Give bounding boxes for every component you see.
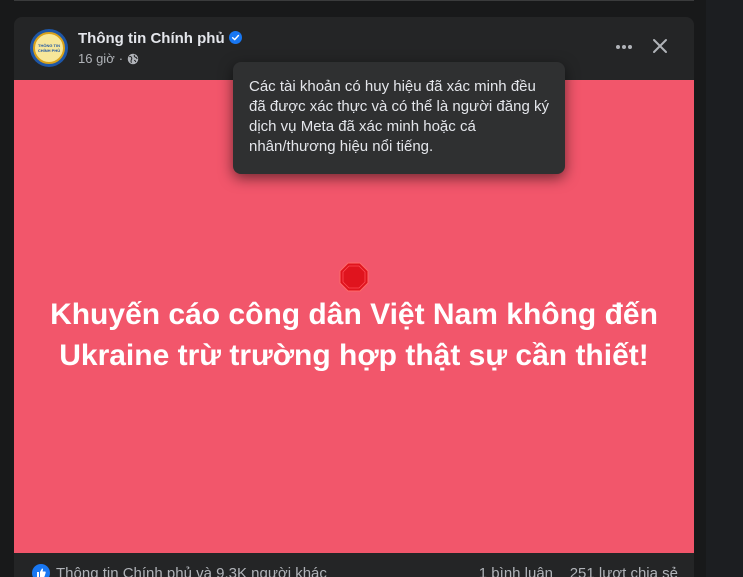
verified-badge-tooltip: Các tài khoản có huy hiệu đã xác minh đề… bbox=[233, 62, 565, 174]
top-divider bbox=[14, 0, 694, 1]
like-icon[interactable] bbox=[32, 564, 50, 577]
avatar-logo: THÔNG TIN CHÍNH PHỦ bbox=[33, 32, 65, 64]
more-options-icon bbox=[616, 45, 632, 49]
scrollbar-track[interactable] bbox=[706, 0, 743, 577]
post-time-link[interactable]: 16 giờ bbox=[78, 51, 115, 66]
page-name-link[interactable]: Thông tin Chính phủ bbox=[78, 30, 225, 47]
avatar[interactable]: THÔNG TIN CHÍNH PHỦ bbox=[30, 29, 68, 67]
post-meta: 16 giờ · bbox=[78, 51, 139, 66]
close-icon bbox=[653, 39, 667, 53]
globe-icon bbox=[127, 53, 139, 64]
stop-sign-icon bbox=[339, 262, 369, 292]
banner-headline: Khuyến cáo công dân Việt Nam không đến U… bbox=[50, 298, 658, 372]
avatar-text-bottom: CHÍNH PHỦ bbox=[37, 48, 61, 53]
tooltip-text: Các tài khoản có huy hiệu đã xác minh đề… bbox=[249, 78, 549, 155]
post-stats: 1 bình luận 251 lượt chia sẻ bbox=[479, 565, 678, 577]
verified-badge-icon[interactable] bbox=[229, 31, 242, 44]
post-footer: Thông tin Chính phủ và 9,3K người khác 1… bbox=[14, 553, 694, 577]
close-button[interactable] bbox=[646, 32, 674, 60]
more-options-button[interactable] bbox=[610, 35, 638, 59]
comments-count-link[interactable]: 1 bình luận bbox=[479, 565, 553, 577]
shares-count-link[interactable]: 251 lượt chia sẻ bbox=[570, 565, 678, 577]
reactions-summary-link[interactable]: Thông tin Chính phủ và 9,3K người khác bbox=[56, 565, 327, 577]
meta-separator: · bbox=[118, 51, 124, 66]
